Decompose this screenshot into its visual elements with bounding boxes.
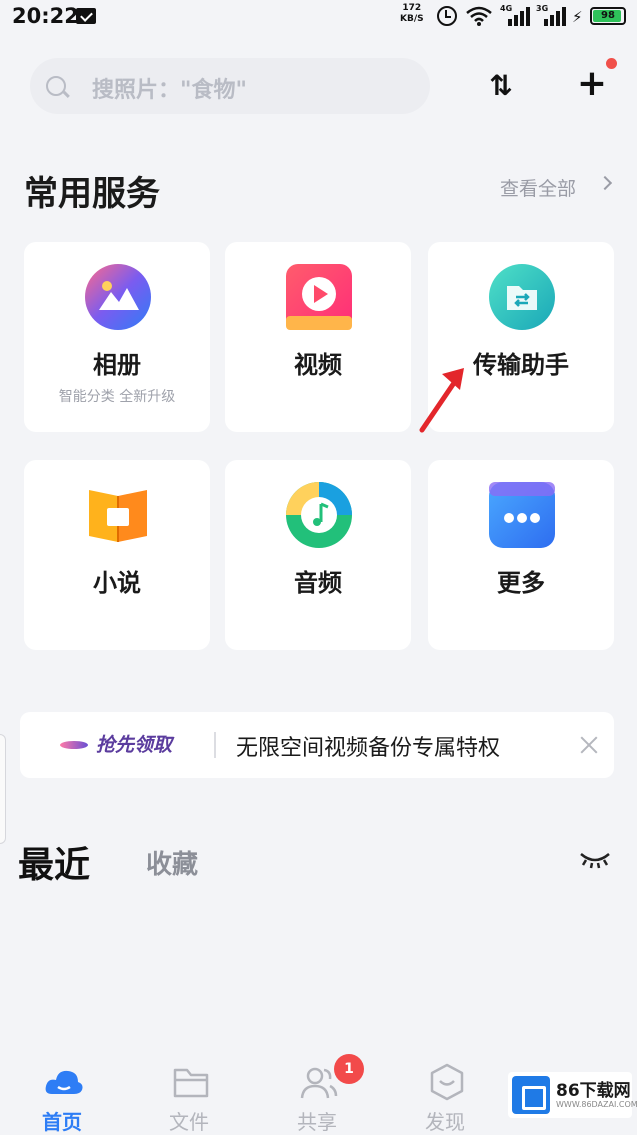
message-icon: [76, 8, 96, 24]
chevron-right-icon[interactable]: [597, 175, 613, 191]
status-bar: 20:22 172 KB/S 4G 3G ⚡ 98: [0, 0, 637, 34]
banner-logo: 抢先领取: [96, 734, 173, 756]
service-label: 相册: [93, 351, 141, 379]
service-label: 视频: [294, 351, 342, 379]
status-time: 20:22: [12, 4, 79, 28]
side-handle[interactable]: [0, 734, 6, 844]
tab-favorites[interactable]: 收藏: [146, 844, 198, 881]
wifi-icon: [466, 6, 492, 26]
service-label: 音频: [294, 569, 342, 597]
more-icon: [489, 482, 555, 548]
search-placeholder: 搜照片："食物": [92, 78, 247, 103]
nav-label: 发现: [425, 1110, 465, 1134]
add-icon[interactable]: +: [572, 64, 612, 104]
sort-icon[interactable]: ⇅: [482, 66, 516, 106]
service-label: 小说: [93, 569, 141, 597]
service-subtitle: 智能分类 全新升级: [58, 389, 176, 405]
network-speed-unit: KB/S: [400, 14, 424, 24]
nav-item-files[interactable]: 文件: [134, 1048, 244, 1135]
nav-label: 首页: [42, 1110, 82, 1134]
nav-label: 文件: [169, 1110, 209, 1134]
share-people-icon: [300, 1067, 338, 1099]
signal-sim1-icon: 4G: [500, 4, 530, 26]
folder-icon: [173, 1068, 209, 1098]
banner-swoosh-icon: [60, 741, 88, 749]
battery-icon: 98: [590, 7, 626, 25]
watermark-title: 86下载网: [556, 1081, 631, 1101]
services-title: 常用服务: [24, 174, 160, 214]
service-card-audio[interactable]: 音频: [225, 460, 411, 650]
eye-closed-icon[interactable]: [578, 850, 612, 870]
watermark-subtitle: WWW.86DAZAI.COM: [556, 1100, 637, 1109]
tab-recent[interactable]: 最近: [18, 836, 90, 888]
service-card-more[interactable]: 更多: [428, 460, 614, 650]
home-cloud-icon: [45, 1070, 83, 1094]
transfer-icon: [489, 264, 555, 330]
banner-text: 无限空间视频备份专属特权: [236, 736, 501, 761]
charging-icon: ⚡: [572, 8, 583, 26]
nav-label: 共享: [297, 1110, 337, 1134]
close-icon[interactable]: [576, 732, 602, 758]
nav-item-discover[interactable]: 发现: [390, 1048, 500, 1135]
audio-icon: [286, 482, 352, 548]
watermark: 86下载网 WWW.86DAZAI.COM: [508, 1072, 637, 1118]
search-icon: [46, 76, 66, 96]
album-icon: [85, 264, 151, 330]
discover-icon: [430, 1063, 464, 1101]
search-bar[interactable]: 搜照片："食物": [30, 58, 430, 114]
novel-icon: [89, 490, 147, 542]
share-badge: 1: [334, 1054, 364, 1084]
service-card-album[interactable]: 相册 智能分类 全新升级: [24, 242, 210, 432]
service-card-novel[interactable]: 小说: [24, 460, 210, 650]
service-card-video[interactable]: 视频: [225, 242, 411, 432]
notification-dot: [606, 58, 617, 69]
video-icon: [286, 264, 352, 330]
view-all-link[interactable]: 查看全部: [500, 174, 576, 201]
alarm-icon: [437, 6, 457, 26]
nav-item-home[interactable]: 首页: [7, 1048, 117, 1135]
watermark-logo-icon: [512, 1076, 550, 1114]
service-label: 更多: [497, 569, 545, 597]
promo-banner[interactable]: 抢先领取 无限空间视频备份专属特权: [20, 712, 614, 778]
sim2-label: 3G: [536, 4, 549, 13]
sim1-label: 4G: [500, 4, 513, 13]
network-speed-value: 172: [402, 3, 422, 13]
network-speed: 172 KB/S: [400, 3, 424, 25]
signal-sim2-icon: 3G: [536, 4, 566, 26]
banner-divider: [214, 732, 216, 758]
battery-level: 98: [601, 10, 615, 21]
pointer-arrow-icon: [419, 368, 464, 433]
